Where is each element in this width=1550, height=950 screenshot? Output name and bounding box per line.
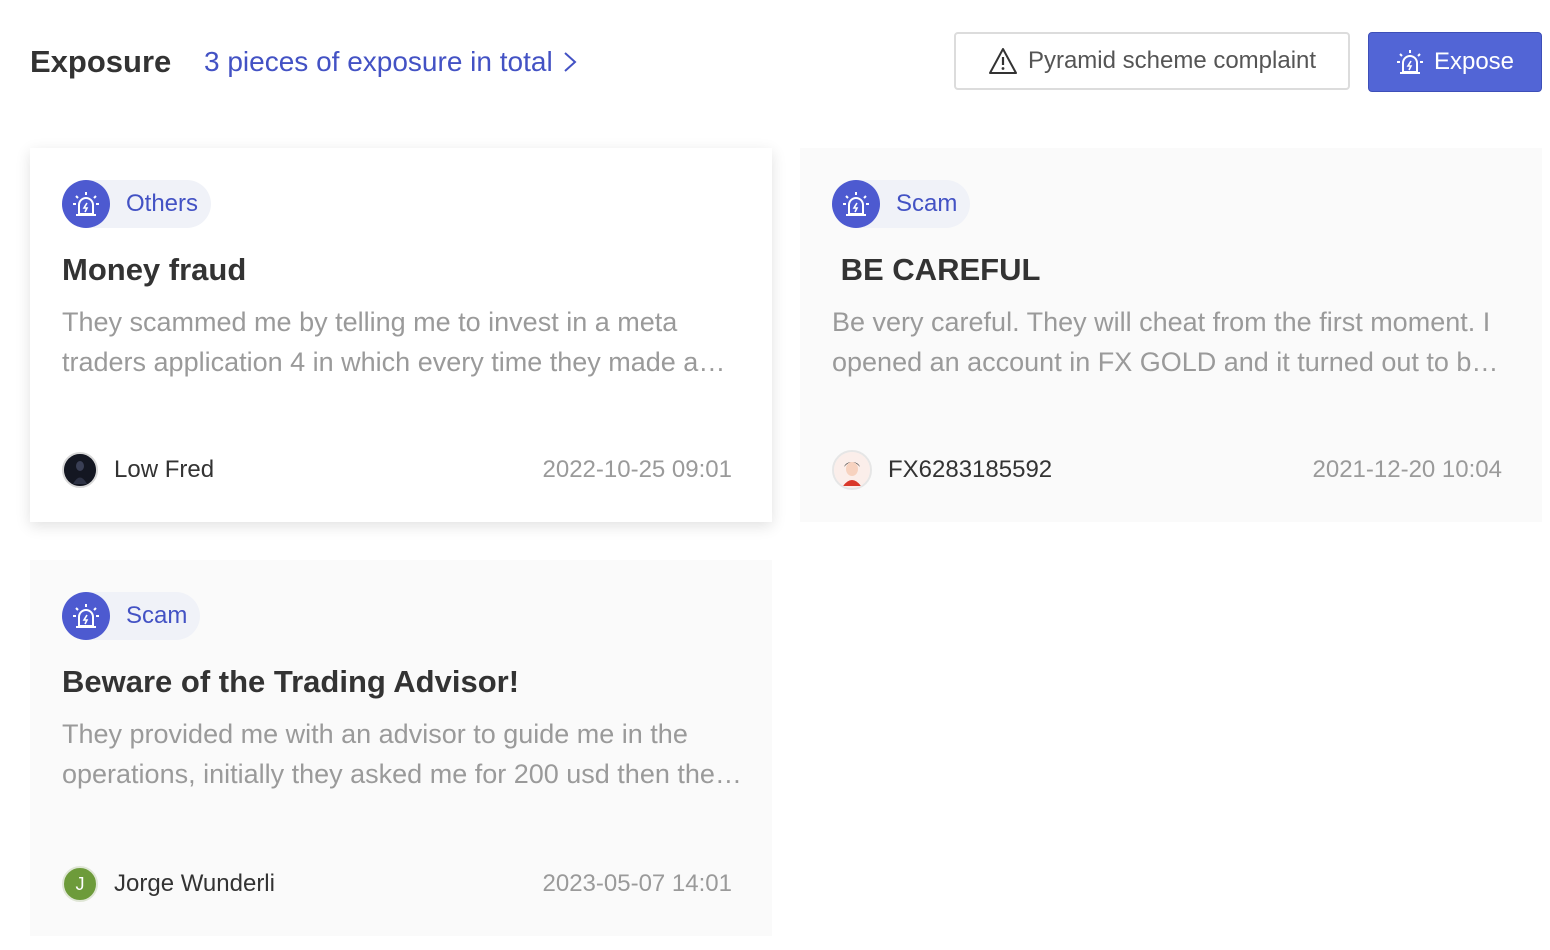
exposure-card[interactable]: Others Money fraud They scammed me by te… <box>30 148 772 522</box>
page-title: Exposure <box>30 44 172 79</box>
avatar <box>832 450 872 490</box>
alarm-badge-icon <box>832 180 880 228</box>
exposure-card[interactable]: Scam Beware of the Trading Advisor! They… <box>30 560 772 936</box>
card-footer: Low Fred 2022-10-25 09:01 <box>62 450 732 490</box>
pyramid-complaint-label: Pyramid scheme complaint <box>1027 47 1317 74</box>
page-header: Exposure 3 pieces of exposure in total P… <box>30 30 1542 92</box>
expose-button[interactable]: Expose <box>1368 32 1542 92</box>
category-label: Scam <box>896 190 958 217</box>
post-date: 2021-12-20 10:04 <box>1312 456 1503 483</box>
warning-icon <box>988 48 1017 74</box>
exposure-total-label: 3 pieces of exposure in total <box>204 46 553 77</box>
category-label: Others <box>126 190 199 217</box>
category-label: Scam <box>126 602 188 629</box>
card-description: Be very careful. They will cheat from th… <box>832 307 1509 377</box>
card-footer: J Jorge Wunderli 2023-05-07 14:01 <box>62 864 732 904</box>
exposure-card[interactable]: Scam BE CAREFUL Be very careful. They wi… <box>800 148 1542 522</box>
chevron-right-icon <box>564 52 577 72</box>
avatar: J <box>62 866 98 902</box>
post-date: 2023-05-07 14:01 <box>542 870 733 897</box>
author-name: FX6283185592 <box>888 456 1053 483</box>
alarm-badge-icon <box>62 180 110 228</box>
exposure-total-link[interactable]: 3 pieces of exposure in total <box>204 44 577 80</box>
card-title: Money fraud <box>62 252 247 287</box>
card-title: BE CAREFUL <box>832 252 1041 287</box>
author-name: Jorge Wunderli <box>114 870 275 897</box>
post-date: 2022-10-25 09:01 <box>542 456 733 483</box>
card-description: They provided me with an advisor to guid… <box>62 719 729 789</box>
avatar <box>62 452 98 488</box>
alarm-badge-icon <box>62 592 110 640</box>
card-footer: FX6283185592 2021-12-20 10:04 <box>832 450 1502 490</box>
expose-label: Expose <box>1433 48 1515 75</box>
category-tag: Others <box>62 180 212 228</box>
card-title: Beware of the Trading Advisor! <box>62 664 520 699</box>
pyramid-complaint-button[interactable]: Pyramid scheme complaint <box>954 32 1350 90</box>
alarm-icon <box>1396 50 1423 74</box>
author-name: Low Fred <box>114 456 215 483</box>
category-tag: Scam <box>832 180 971 228</box>
card-description: They scammed me by telling me to invest … <box>62 307 699 377</box>
avatar-initial: J <box>75 873 85 894</box>
category-tag: Scam <box>62 592 201 640</box>
